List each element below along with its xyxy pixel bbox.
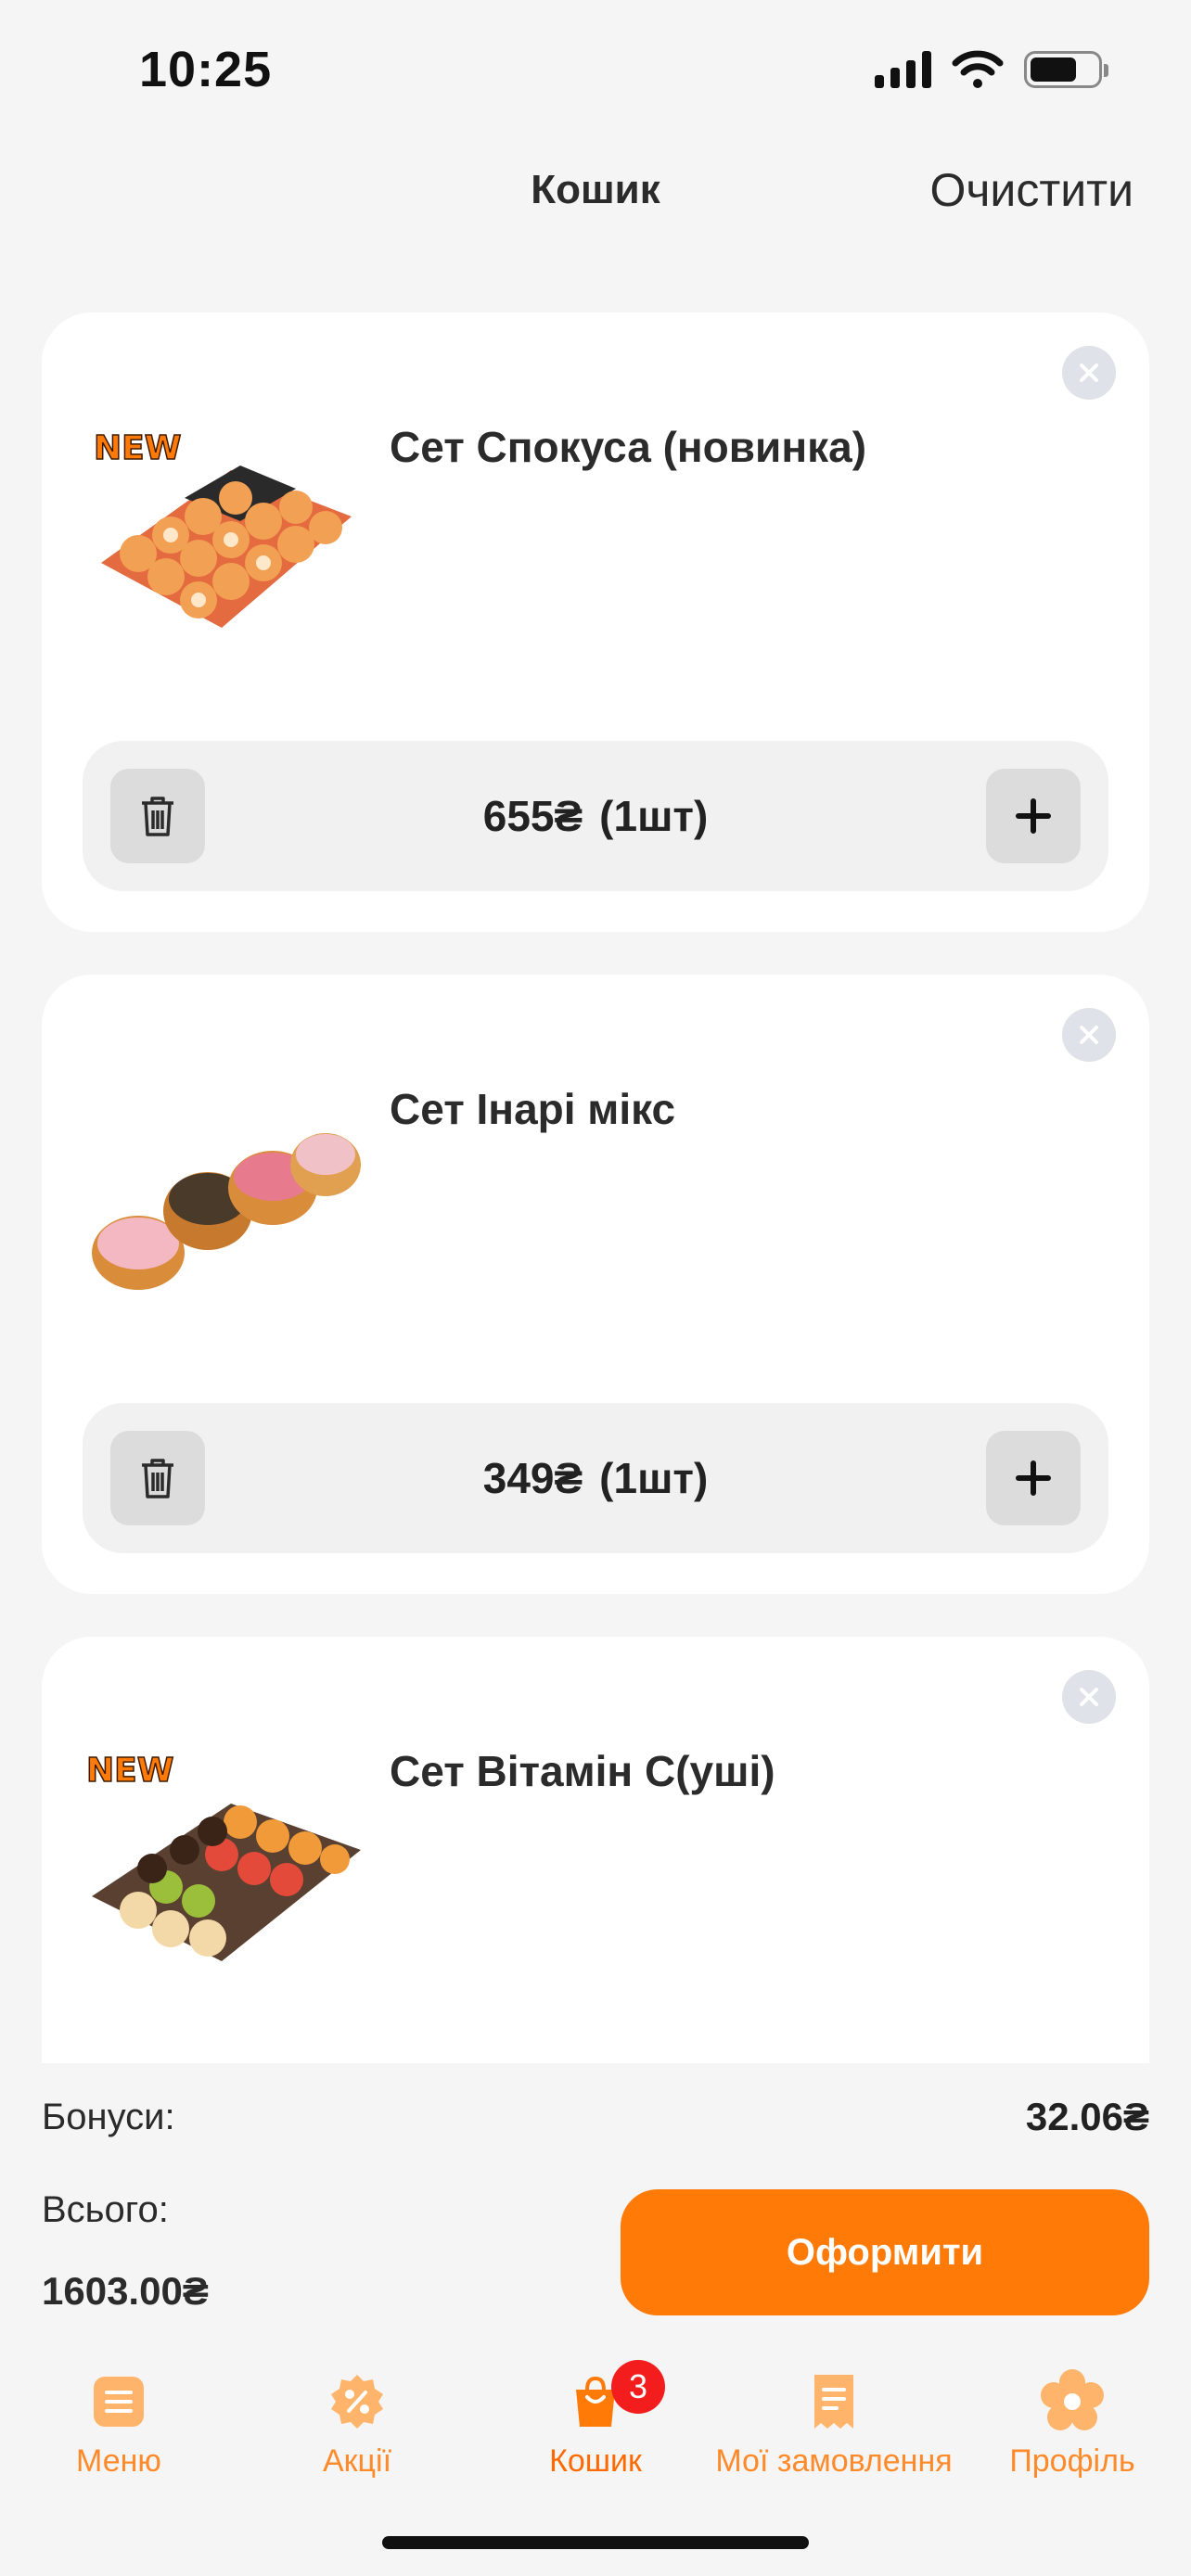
menu-icon bbox=[94, 2377, 144, 2427]
sushi-set-image: NEW bbox=[85, 1751, 361, 1961]
delete-item-button[interactable] bbox=[110, 769, 205, 863]
item-name: Сет Вітамін С(уші) bbox=[390, 1747, 775, 1795]
tab-label: Мої замовлення bbox=[715, 2443, 953, 2479]
total-value: 1603.00₴ bbox=[42, 2269, 209, 2313]
item-name: Сет Інарі мікс bbox=[390, 1085, 676, 1133]
cellular-signal-icon bbox=[875, 51, 931, 88]
price-quantity: 349₴ (1шт) bbox=[83, 1403, 1108, 1553]
discount-icon bbox=[331, 2375, 383, 2429]
close-icon bbox=[1080, 1688, 1098, 1706]
item-quantity: (1шт) bbox=[599, 792, 709, 840]
order-summary: Бонуси: 32.06₴ Всього: 1603.00₴ Оформити bbox=[0, 2063, 1191, 2341]
increase-quantity-button[interactable] bbox=[986, 1431, 1081, 1525]
quantity-controls: 655₴ (1шт) bbox=[83, 741, 1108, 891]
close-icon bbox=[1080, 1026, 1098, 1044]
cart-count-badge: 3 bbox=[611, 2360, 665, 2414]
new-badge: NEW bbox=[94, 429, 181, 467]
tab-label: Акції bbox=[322, 2443, 392, 2479]
tab-cart[interactable]: 3 Кошик bbox=[477, 2360, 714, 2480]
wifi-icon bbox=[952, 50, 1004, 88]
receipt-icon bbox=[814, 2375, 853, 2429]
plus-icon bbox=[1016, 1460, 1051, 1496]
tab-my-orders[interactable]: Мої замовлення bbox=[715, 2369, 953, 2480]
tab-label: Кошик bbox=[549, 2443, 642, 2479]
battery-icon bbox=[1024, 51, 1108, 88]
cart-item: Сет Інарі мікс 349₴ (1шт) bbox=[42, 975, 1149, 1594]
status-icons bbox=[875, 48, 1108, 91]
new-badge: NEW bbox=[86, 1752, 173, 1790]
home-indicator[interactable] bbox=[382, 2536, 809, 2549]
status-bar: 10:25 bbox=[0, 0, 1191, 139]
remove-item-button[interactable] bbox=[1062, 1008, 1116, 1062]
item-price: 655₴ bbox=[482, 792, 583, 840]
status-time: 10:25 bbox=[139, 42, 273, 97]
close-icon bbox=[1080, 363, 1098, 382]
checkout-button[interactable]: Оформити bbox=[621, 2189, 1149, 2315]
sushi-set-image bbox=[92, 1133, 361, 1290]
total-label: Всього: bbox=[42, 2189, 169, 2230]
clear-cart-button[interactable]: Очистити bbox=[929, 163, 1133, 217]
bonus-value: 32.06₴ bbox=[1025, 2095, 1149, 2138]
sushi-set-image: NEW bbox=[93, 428, 352, 628]
item-price: 349₴ bbox=[482, 1454, 583, 1502]
battery-level bbox=[1031, 57, 1076, 82]
plus-icon bbox=[1016, 798, 1051, 834]
item-name: Сет Спокуса (новинка) bbox=[390, 423, 867, 471]
cart-item: NEW Сет Спокуса (новинка) 655₴ (1шт) bbox=[42, 312, 1149, 932]
tab-label: Меню bbox=[76, 2443, 161, 2479]
tab-promotions[interactable]: Акції bbox=[238, 2369, 476, 2480]
profile-flower-icon bbox=[1041, 2369, 1104, 2430]
remove-item-button[interactable] bbox=[1062, 346, 1116, 400]
item-quantity: (1шт) bbox=[599, 1454, 709, 1502]
tab-label: Профіль bbox=[1009, 2443, 1135, 2479]
tab-profile[interactable]: Профіль bbox=[954, 2369, 1191, 2480]
trash-icon bbox=[142, 1459, 173, 1498]
tab-menu[interactable]: Меню bbox=[0, 2369, 237, 2480]
quantity-controls: 349₴ (1шт) bbox=[83, 1403, 1108, 1553]
increase-quantity-button[interactable] bbox=[986, 769, 1081, 863]
delete-item-button[interactable] bbox=[110, 1431, 205, 1525]
bonus-label: Бонуси: bbox=[42, 2097, 175, 2137]
cart-item: NEW Сет Вітамін С(уші) bbox=[42, 1637, 1149, 2063]
trash-icon bbox=[142, 797, 173, 836]
cart-list[interactable]: NEW Сет Спокуса (новинка) 655₴ (1шт) Сет… bbox=[42, 312, 1149, 2063]
remove-item-button[interactable] bbox=[1062, 1670, 1116, 1724]
price-quantity: 655₴ (1шт) bbox=[83, 741, 1108, 891]
